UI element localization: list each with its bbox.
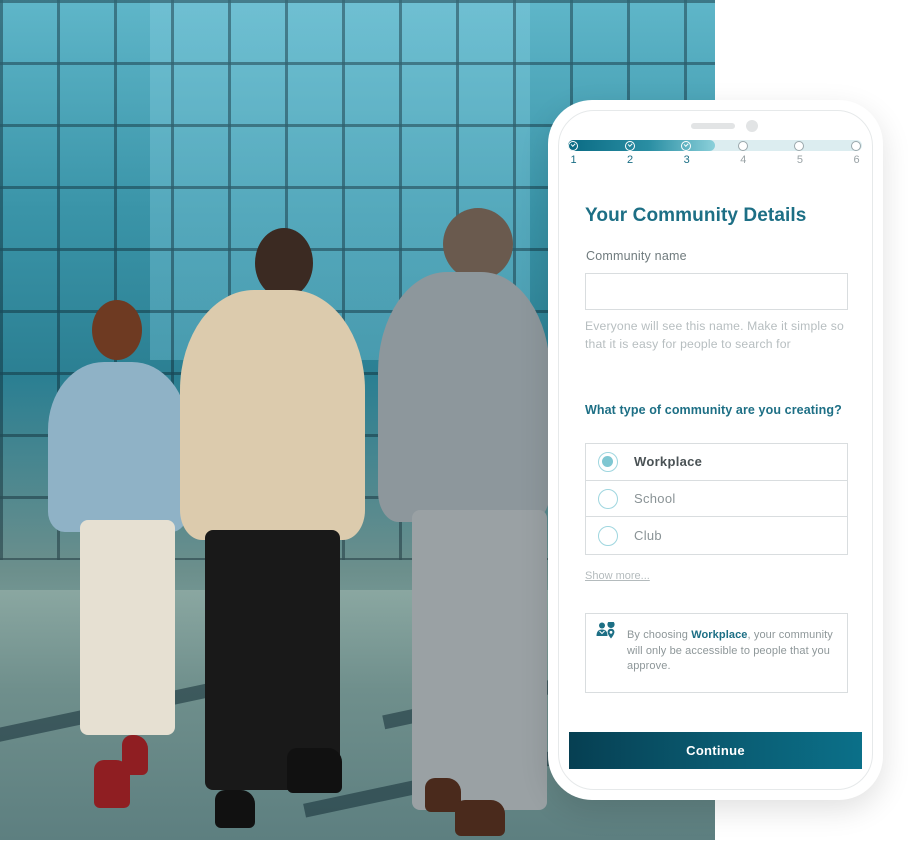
community-name-label: Community name	[586, 249, 687, 263]
step-number: 2	[627, 154, 634, 166]
step-circle-icon	[851, 140, 861, 151]
step-circle-icon	[737, 140, 748, 151]
info-box: By choosing Workplace, your community wi…	[585, 613, 848, 693]
progress-step-5: 5	[794, 140, 805, 166]
step-number: 3	[683, 154, 690, 166]
community-type-options: Workplace School Club	[585, 443, 848, 556]
option-label: School	[634, 491, 676, 507]
phone-speaker	[691, 123, 735, 129]
phone-mockup: 1 2 3 4 5 6 Your Community Details Community …	[548, 100, 883, 800]
step-number: 6	[853, 154, 860, 166]
community-type-question: What type of community are you creating?	[585, 403, 842, 417]
option-club[interactable]: Club	[586, 517, 847, 554]
step-circle-icon	[794, 140, 805, 151]
option-school[interactable]: School	[586, 481, 847, 518]
community-name-helper: Everyone will see this name. Make it sim…	[585, 319, 844, 351]
user-location-icon	[596, 622, 615, 639]
progress-step-4: 4	[737, 140, 749, 166]
continue-button[interactable]: Continue	[569, 732, 862, 769]
radio-button[interactable]	[598, 525, 618, 546]
phone-camera	[746, 120, 758, 132]
progress-fill	[568, 140, 715, 151]
show-more-link[interactable]: Show more...	[585, 570, 650, 582]
info-highlight: Workplace	[691, 629, 748, 641]
check-icon	[568, 140, 578, 151]
community-name-input[interactable]	[585, 273, 848, 310]
progress-step-3: 3	[681, 140, 692, 166]
check-icon	[681, 140, 692, 151]
step-number: 5	[796, 154, 803, 166]
progress-step-1: 1	[568, 140, 579, 166]
info-text: By choosing Workplace, your community wi…	[627, 629, 833, 672]
option-label: Club	[634, 528, 662, 544]
radio-button[interactable]	[598, 451, 618, 472]
phone-screen: 1 2 3 4 5 6 Your Community Details Community …	[558, 110, 873, 790]
page-title: Your Community Details	[585, 205, 807, 226]
radio-button[interactable]	[598, 488, 618, 509]
step-number: 4	[740, 154, 747, 166]
option-workplace[interactable]: Workplace	[586, 444, 847, 481]
progress-step-6: 6	[851, 140, 862, 166]
option-label: Workplace	[634, 454, 703, 470]
check-icon	[624, 140, 635, 151]
progress-stepper: 1 2 3 4 5 6	[568, 140, 862, 166]
step-number: 1	[570, 154, 577, 166]
progress-step-2: 2	[624, 140, 636, 166]
